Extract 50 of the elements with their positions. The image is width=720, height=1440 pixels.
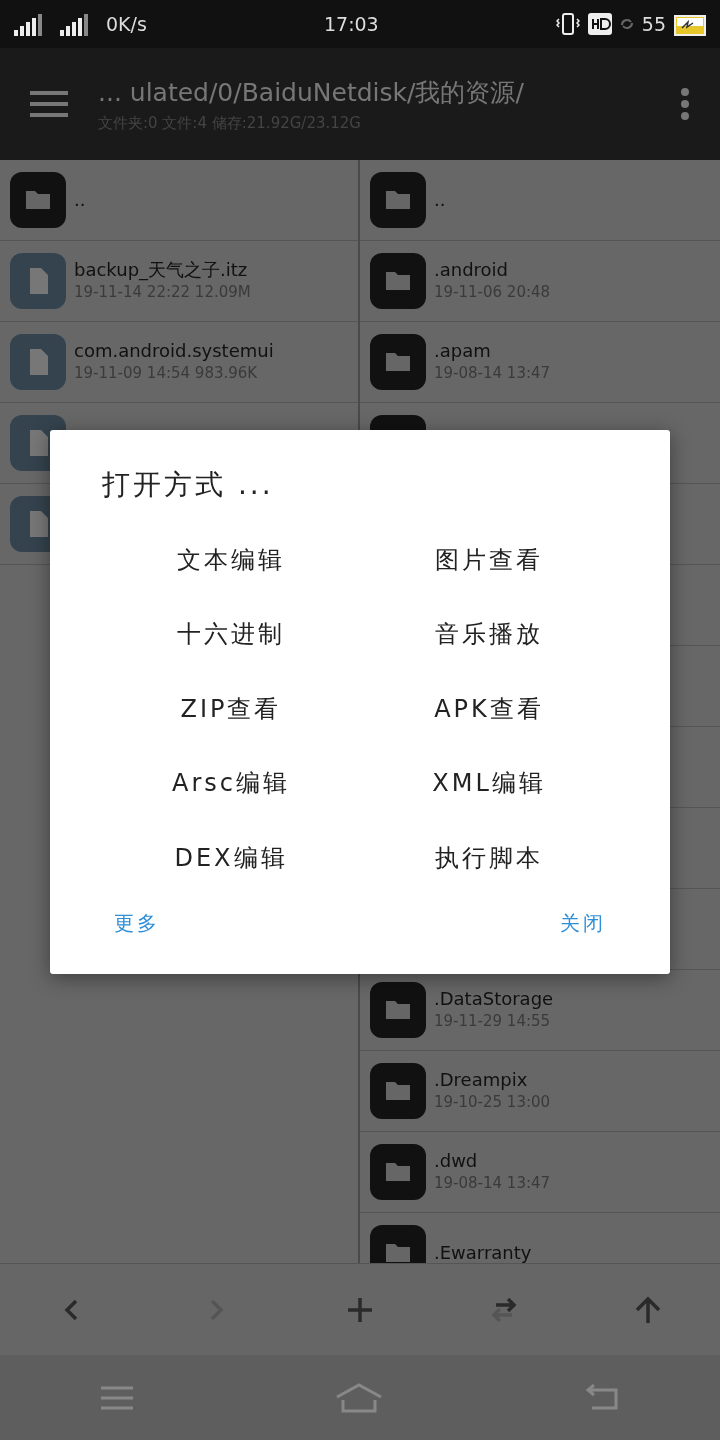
file-name[interactable]: backup_天气之子.itz: [74, 258, 251, 281]
open-option[interactable]: DEX编辑: [174, 827, 288, 888]
path-title: ... ulated/0/BaiduNetdisk/我的资源/: [98, 77, 525, 109]
menu-icon: [100, 1384, 135, 1411]
sync-icon: [619, 17, 634, 31]
file-name[interactable]: .android: [434, 258, 551, 281]
network-speed: 0K/s: [106, 11, 147, 37]
clock: 17:03: [323, 12, 379, 35]
folder-icon: [370, 1063, 426, 1119]
open-option[interactable]: 文本编辑: [177, 530, 285, 590]
battery-level: 55: [641, 11, 666, 37]
swap-icon: [490, 1295, 518, 1324]
add-icon: [346, 1295, 374, 1324]
file-name[interactable]: com.android.systemui: [74, 339, 274, 362]
dialog-button[interactable]: 关闭: [548, 902, 618, 944]
file-name[interactable]: .dwd: [434, 1149, 551, 1172]
signal-icon: [60, 12, 90, 36]
folder-icon: [370, 253, 426, 309]
menu-icon: [30, 89, 68, 119]
signal-icon: [14, 12, 44, 36]
up-icon: [634, 1295, 662, 1324]
dialog-button[interactable]: 更多: [102, 902, 172, 944]
more-icon: [680, 87, 690, 121]
file-name[interactable]: .apam: [434, 339, 551, 362]
folder-icon: [370, 334, 426, 390]
battery-icon: [674, 12, 706, 36]
open-option[interactable]: 十六进制: [177, 604, 285, 665]
file-name[interactable]: .DataStorage: [434, 987, 554, 1010]
file-icon: [10, 253, 66, 309]
open-option[interactable]: ZIP查看: [180, 678, 282, 739]
file-name[interactable]: ..: [74, 189, 86, 211]
open-option[interactable]: 执行脚本: [435, 827, 543, 888]
folder-icon: [370, 172, 426, 228]
open-option[interactable]: XML编辑: [432, 753, 546, 814]
file-name[interactable]: ..: [434, 189, 446, 211]
folder-icon: [10, 172, 66, 228]
open-option[interactable]: 音乐播放: [435, 604, 543, 665]
file-name[interactable]: .Ewarranty: [434, 1242, 532, 1263]
open-option[interactable]: 图片查看: [435, 530, 543, 590]
open-option[interactable]: Arsc编辑: [172, 753, 290, 814]
folder-icon: [370, 1144, 426, 1200]
file-name[interactable]: .Dreampix: [434, 1068, 551, 1091]
file-icon: [10, 334, 66, 390]
folder-icon: [370, 982, 426, 1038]
open-option[interactable]: APK查看: [434, 678, 544, 739]
dialog-title: 打开方式 ...: [102, 467, 275, 503]
return-icon: [583, 1383, 620, 1412]
home-icon: [335, 1382, 383, 1413]
hd-icon: [587, 13, 612, 35]
vibrate-icon: [555, 11, 580, 37]
